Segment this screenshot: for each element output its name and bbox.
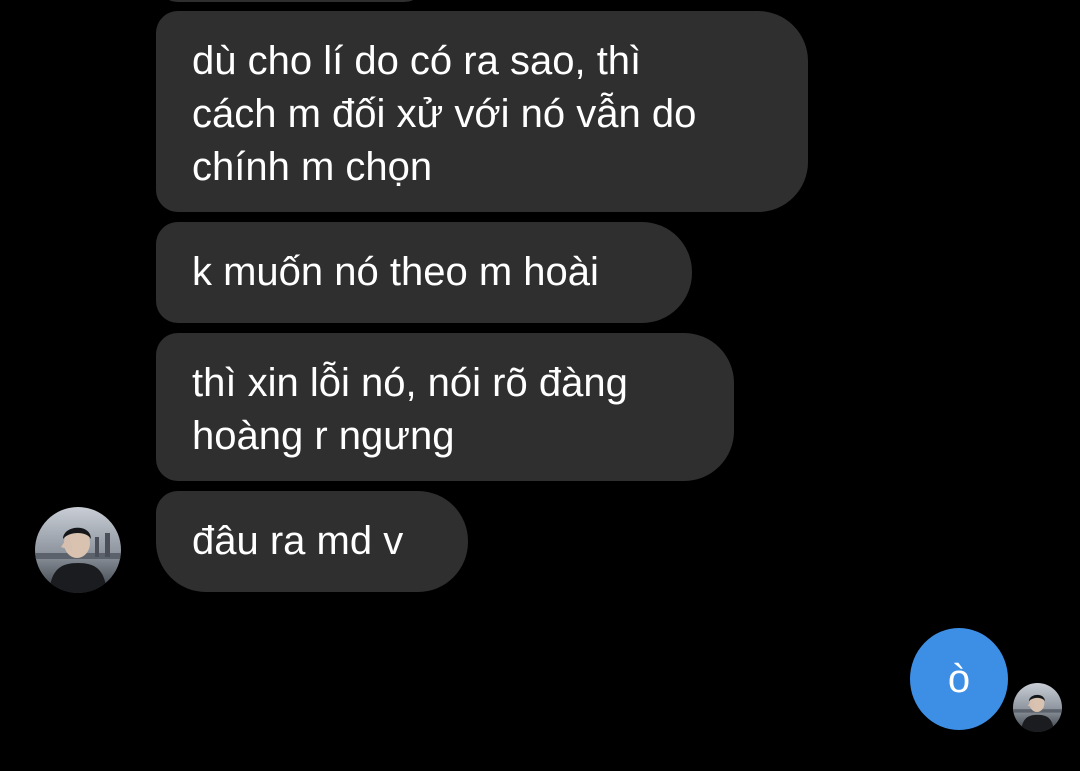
message-text: dù cho lí do có ra sao, thì [192, 39, 642, 83]
contact-avatar-photo-icon [35, 507, 121, 593]
read-receipt-avatar [1013, 683, 1062, 732]
message-bubble-incoming[interactable]: k muốn nó theo m hoài [156, 222, 692, 323]
message-text: cách m đối xử với nó vẫn do [192, 92, 697, 136]
read-receipt-avatar-photo-icon [1013, 683, 1062, 732]
message-bubble-partial[interactable] [156, 0, 426, 2]
message-text: hoàng r ngưng [192, 414, 455, 458]
contact-avatar[interactable] [35, 507, 121, 593]
message-text: thì xin lỗi nó, nói rõ đàng [192, 361, 628, 405]
message-bubble-incoming[interactable]: đâu ra md v [156, 491, 468, 592]
message-bubble-outgoing[interactable]: ò [910, 628, 1008, 730]
message-text: đâu ra md v [192, 519, 404, 563]
message-text: k muốn nó theo m hoài [192, 250, 599, 294]
message-text: ò [947, 656, 971, 701]
message-bubble-incoming[interactable]: thì xin lỗi nó, nói rõ đàng hoàng r ngưn… [156, 333, 734, 481]
message-text: chính m chọn [192, 145, 433, 189]
message-bubble-incoming[interactable]: dù cho lí do có ra sao, thì cách m đối x… [156, 11, 808, 212]
